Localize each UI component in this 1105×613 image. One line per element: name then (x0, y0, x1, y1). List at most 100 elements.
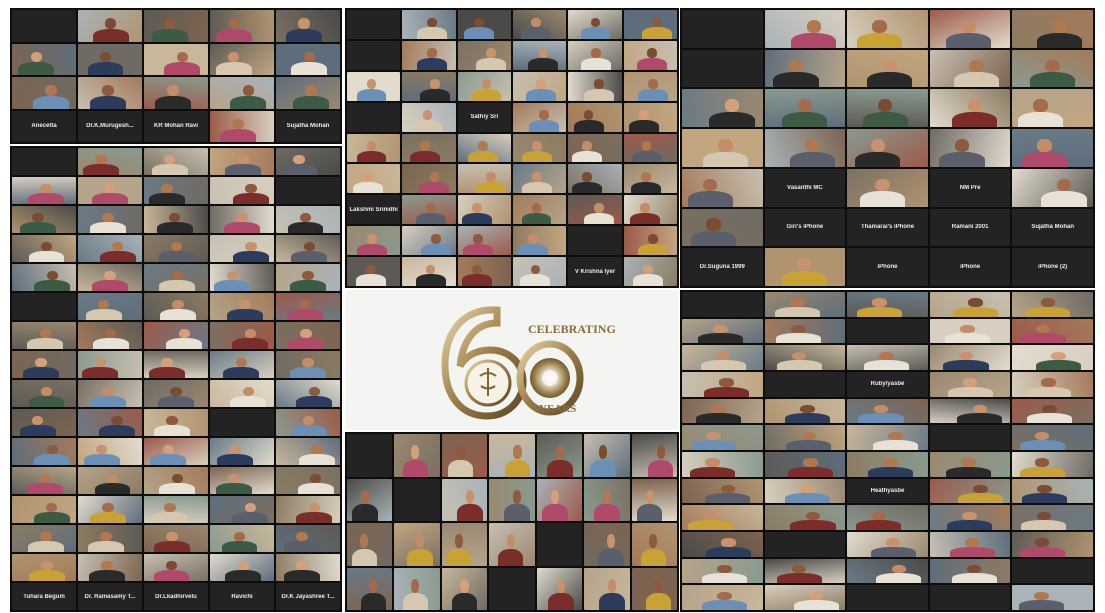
participant-video-tile[interactable] (682, 371, 763, 397)
participant-video-tile[interactable] (78, 322, 142, 349)
participant-video-tile[interactable] (623, 71, 677, 101)
participant-video-tile[interactable] (210, 496, 274, 523)
participant-video-tile[interactable] (512, 133, 567, 163)
participant-name-tile[interactable]: Dr.K.Murugesh... (78, 110, 142, 142)
participant-video-tile[interactable] (144, 293, 208, 320)
participant-video-tile[interactable] (402, 226, 456, 256)
participant-video-tile[interactable] (847, 531, 928, 557)
participant-video-tile[interactable] (12, 438, 76, 465)
participant-video-tile[interactable] (144, 438, 208, 465)
participant-video-tile[interactable] (1012, 345, 1093, 370)
participant-video-tile[interactable] (347, 164, 401, 194)
participant-video-tile[interactable] (144, 148, 208, 175)
participant-video-tile[interactable] (144, 77, 208, 109)
participant-name-tile[interactable] (764, 531, 846, 557)
participant-video-tile[interactable] (12, 235, 76, 262)
participant-video-tile[interactable] (764, 129, 846, 167)
participant-video-tile[interactable] (78, 148, 142, 175)
participant-video-tile[interactable] (568, 102, 622, 132)
participant-video-tile[interactable] (12, 351, 76, 378)
participant-name-tile[interactable]: Dr.Suguna 1999 (682, 248, 763, 286)
participant-video-tile[interactable] (402, 195, 456, 225)
participant-video-tile[interactable] (441, 478, 488, 521)
participant-video-tile[interactable] (144, 554, 208, 581)
participant-video-tile[interactable] (78, 77, 142, 109)
participant-name-tile[interactable]: iPhone (929, 248, 1011, 286)
participant-name-tile[interactable]: Dr.K Jayashree T... (276, 583, 340, 610)
participant-video-tile[interactable] (682, 478, 763, 504)
participant-name-tile[interactable] (536, 523, 583, 566)
participant-video-tile[interactable] (144, 177, 208, 204)
participant-video-tile[interactable] (144, 43, 208, 75)
participant-video-tile[interactable] (682, 451, 763, 477)
participant-video-tile[interactable] (682, 318, 763, 344)
participant-video-tile[interactable] (623, 257, 677, 286)
participant-video-tile[interactable] (210, 438, 274, 465)
participant-video-tile[interactable] (276, 148, 340, 175)
participant-video-tile[interactable] (210, 322, 274, 349)
participant-video-tile[interactable] (144, 235, 208, 262)
participant-video-tile[interactable] (764, 425, 846, 450)
participant-video-tile[interactable] (457, 164, 511, 194)
participant-name-tile[interactable]: iPhone (847, 248, 928, 286)
participant-video-tile[interactable] (1012, 10, 1093, 48)
participant-video-tile[interactable] (347, 257, 401, 286)
participant-video-tile[interactable] (623, 10, 677, 39)
participant-video-tile[interactable] (210, 554, 274, 581)
participant-name-tile[interactable] (568, 226, 622, 256)
participant-video-tile[interactable] (568, 195, 622, 225)
participant-video-tile[interactable] (929, 10, 1011, 48)
participant-name-tile[interactable]: Heathyasbe (847, 478, 928, 504)
participant-video-tile[interactable] (12, 554, 76, 581)
participant-video-tile[interactable] (78, 438, 142, 465)
participant-video-tile[interactable] (847, 292, 928, 317)
participant-name-tile[interactable]: Dr.Lkadhirvelu (144, 583, 208, 610)
participant-video-tile[interactable] (512, 257, 567, 286)
participant-video-tile[interactable] (764, 478, 846, 504)
participant-video-tile[interactable] (929, 49, 1011, 88)
participant-name-tile[interactable]: Sujatha Mohan (1012, 208, 1093, 247)
participant-video-tile[interactable] (144, 525, 208, 552)
participant-name-tile[interactable]: iPhone (2) (1012, 248, 1093, 286)
participant-video-tile[interactable] (394, 523, 440, 566)
participant-video-tile[interactable] (144, 206, 208, 233)
participant-video-tile[interactable] (210, 293, 274, 320)
participant-name-tile[interactable] (764, 371, 846, 397)
participant-video-tile[interactable] (847, 345, 928, 370)
participant-video-tile[interactable] (12, 177, 76, 204)
participant-video-tile[interactable] (78, 177, 142, 204)
participant-video-tile[interactable] (584, 478, 630, 521)
participant-video-tile[interactable] (512, 195, 567, 225)
participant-video-tile[interactable] (847, 505, 928, 530)
participant-name-tile[interactable] (847, 585, 928, 610)
participant-name-tile[interactable]: Ravichi (210, 583, 274, 610)
participant-video-tile[interactable] (929, 558, 1011, 584)
participant-video-tile[interactable] (12, 264, 76, 291)
participant-video-tile[interactable] (682, 129, 763, 167)
participant-video-tile[interactable] (847, 89, 928, 128)
participant-video-tile[interactable] (276, 77, 340, 109)
participant-name-tile[interactable] (847, 318, 928, 344)
participant-name-tile[interactable]: NM Pre (929, 168, 1011, 207)
participant-video-tile[interactable] (682, 531, 763, 557)
participant-video-tile[interactable] (764, 318, 846, 344)
participant-video-tile[interactable] (457, 40, 511, 70)
participant-video-tile[interactable] (12, 77, 76, 109)
participant-video-tile[interactable] (402, 102, 456, 132)
participant-video-tile[interactable] (512, 40, 567, 70)
participant-video-tile[interactable] (210, 380, 274, 407)
participant-video-tile[interactable] (623, 164, 677, 194)
participant-video-tile[interactable] (929, 318, 1011, 344)
participant-name-tile[interactable] (1012, 558, 1093, 584)
participant-video-tile[interactable] (682, 398, 763, 424)
participant-video-tile[interactable] (210, 10, 274, 42)
participant-video-tile[interactable] (402, 164, 456, 194)
participant-video-tile[interactable] (347, 478, 393, 521)
participant-name-tile[interactable]: V Krishna Iyer (568, 257, 622, 286)
participant-video-tile[interactable] (210, 110, 274, 142)
participant-video-tile[interactable] (623, 226, 677, 256)
participant-video-tile[interactable] (276, 43, 340, 75)
participant-video-tile[interactable] (929, 89, 1011, 128)
participant-video-tile[interactable] (441, 434, 488, 477)
participant-video-tile[interactable] (78, 409, 142, 436)
